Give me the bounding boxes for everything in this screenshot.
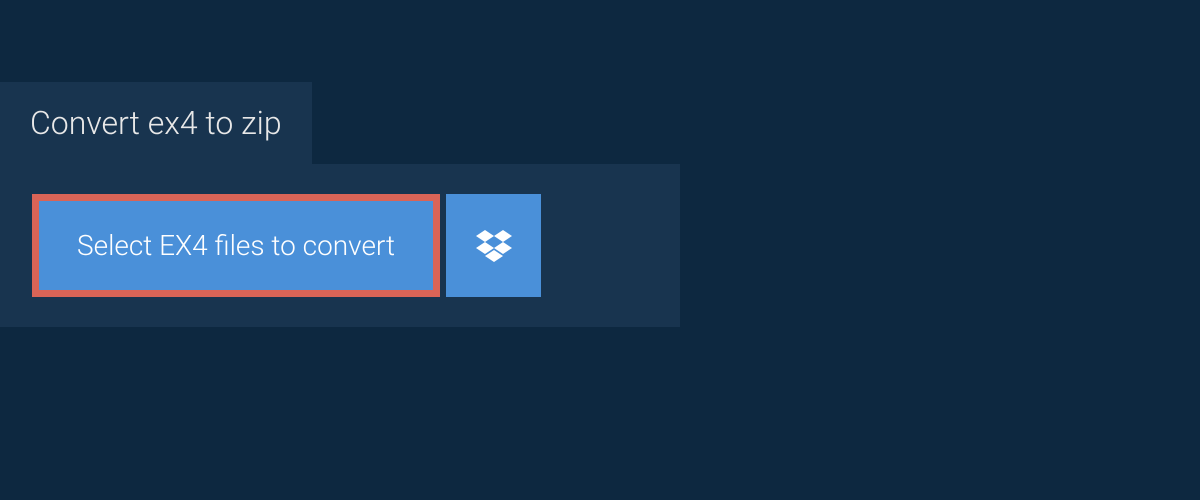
button-row: Select EX4 files to convert <box>32 194 648 297</box>
converter-panel: Select EX4 files to convert <box>0 164 680 327</box>
page-title: Convert ex4 to zip <box>30 104 282 142</box>
select-files-button[interactable]: Select EX4 files to convert <box>32 194 440 297</box>
dropbox-button[interactable] <box>446 194 541 297</box>
header-tab: Convert ex4 to zip <box>0 82 312 164</box>
select-files-label: Select EX4 files to convert <box>77 229 395 262</box>
dropbox-icon <box>476 230 512 262</box>
